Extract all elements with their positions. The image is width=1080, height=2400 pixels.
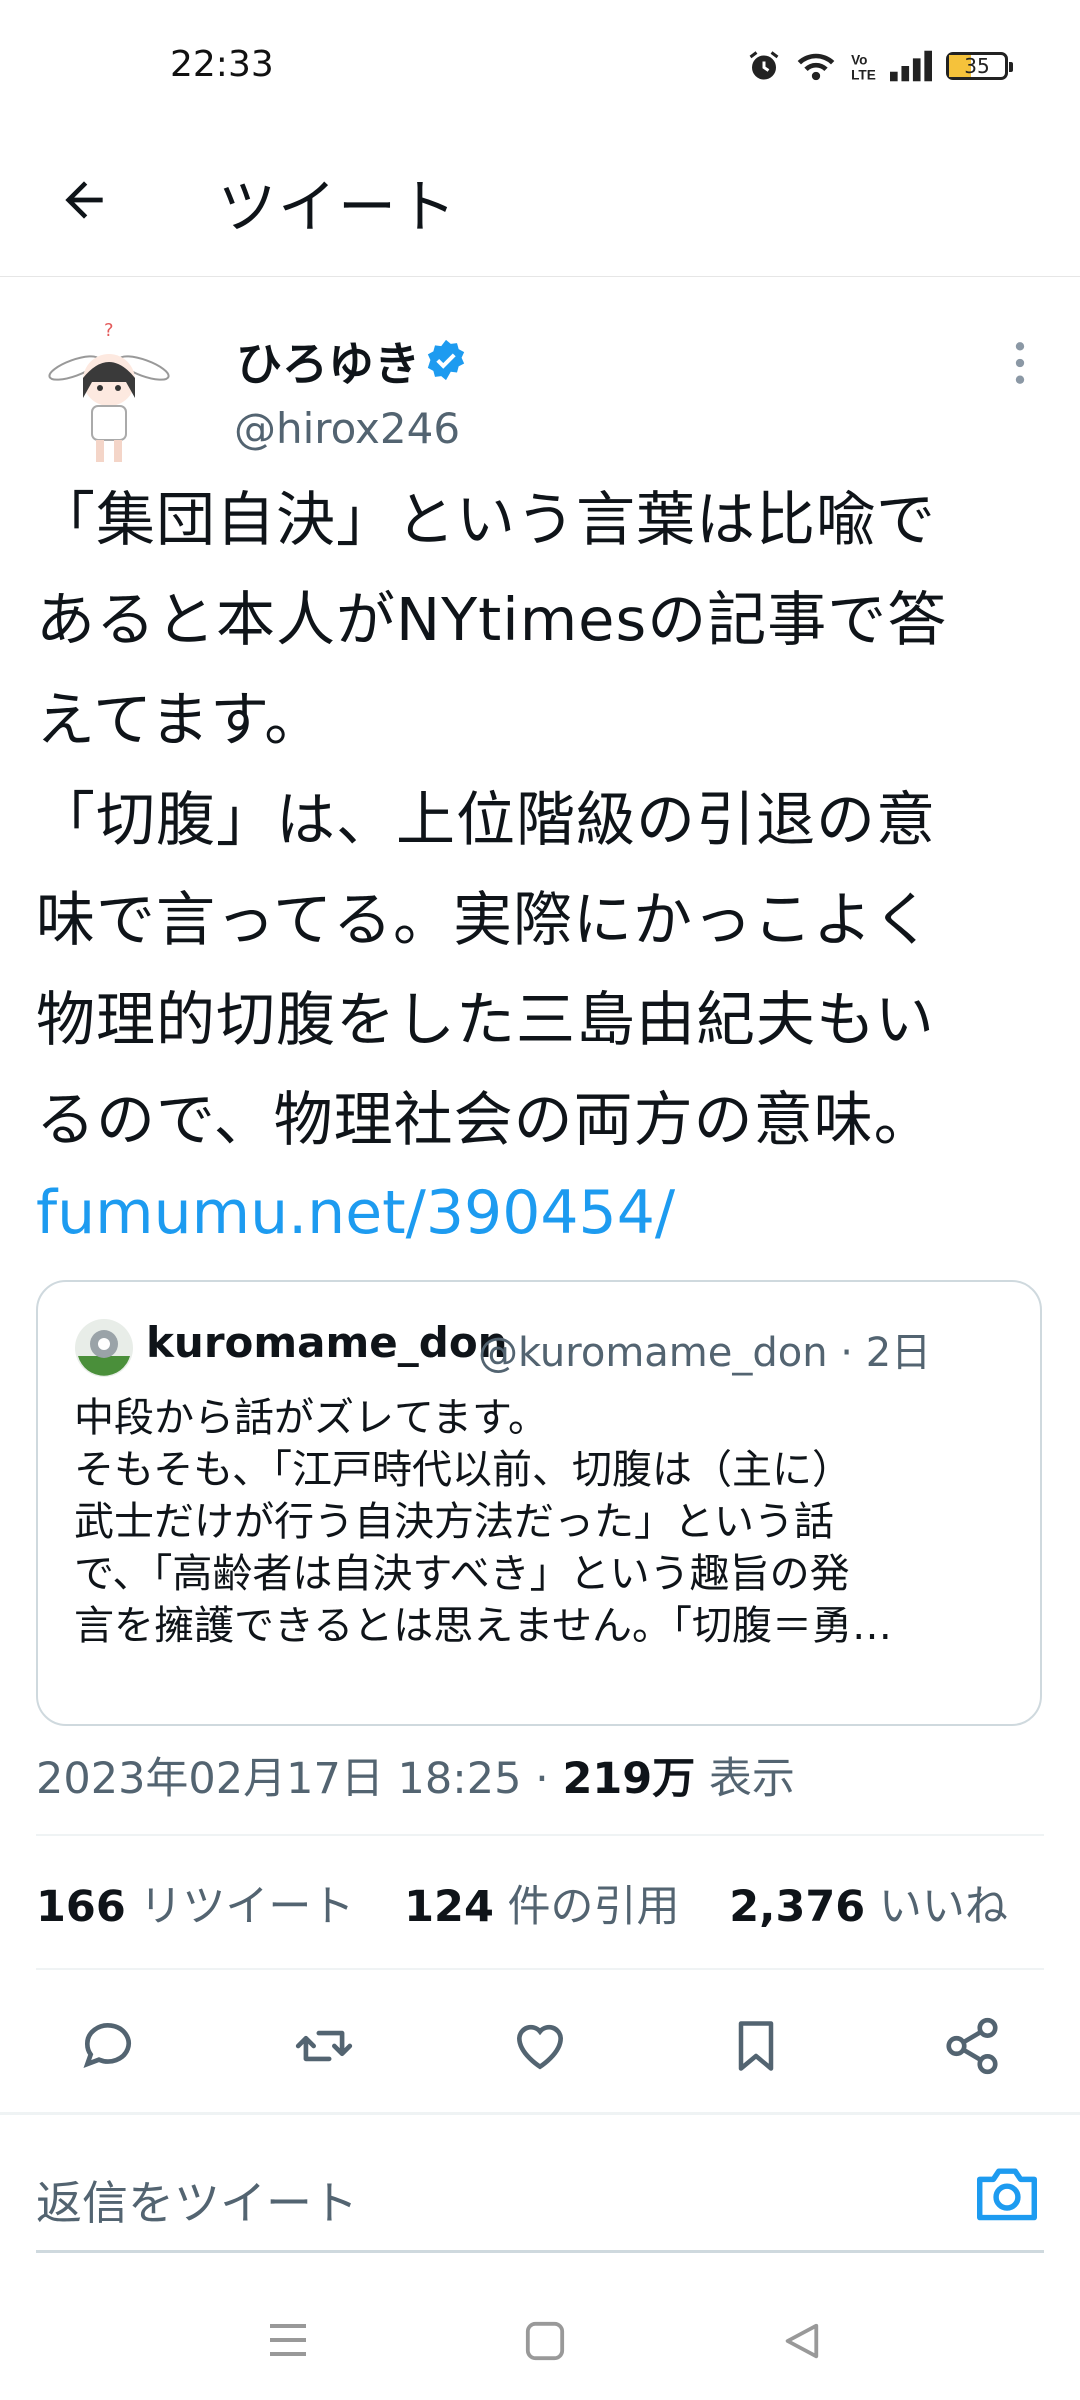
quote-author-name: kuromame_don	[146, 1318, 508, 1367]
more-vertical-icon[interactable]	[1000, 338, 1040, 388]
signal-icon	[890, 50, 932, 82]
action-bar	[0, 1980, 1080, 2110]
timestamp: 2023年02月17日 18:25 ·	[36, 1754, 563, 1804]
like-icon	[517, 2024, 563, 2070]
svg-text:?: ?	[104, 320, 114, 341]
status-time: 22:33	[170, 44, 274, 85]
retweets-stat[interactable]: 166 リツイート	[36, 1882, 354, 1932]
home-icon[interactable]	[524, 2320, 566, 2366]
bookmark-button[interactable]	[716, 2006, 796, 2086]
quotes-stat[interactable]: 124 件の引用	[404, 1882, 679, 1932]
reply-divider	[36, 2250, 1044, 2253]
volte-icon: VoLTE	[851, 52, 876, 83]
system-nav-bar	[0, 2280, 1080, 2400]
status-bar: 22:33 Vo LTE 35	[0, 0, 1080, 120]
timestamp-row: 2023年02月17日 18:25 · 219万 表示	[36, 1744, 795, 1806]
like-button[interactable]	[500, 2006, 580, 2086]
views-label: 表示	[695, 1754, 795, 1804]
views-count: 219万	[562, 1754, 696, 1804]
back-arrow-icon	[65, 181, 103, 219]
tweet-link[interactable]: fumumu.net/390454/	[36, 1178, 675, 1248]
reply-input[interactable]: 返信をツイート	[36, 2167, 358, 2233]
back-icon[interactable]	[780, 2320, 822, 2366]
retweet-icon	[295, 2030, 353, 2062]
retweet-button[interactable]	[284, 2006, 364, 2086]
svg-text:Vo: Vo	[851, 52, 867, 67]
status-icons: Vo LTE 35	[746, 48, 1013, 84]
verified-badge-icon	[424, 338, 468, 386]
quote-tweet-card[interactable]: kuromame_don @kuromame_don · 2日 中段から話がズレ…	[36, 1280, 1042, 1726]
share-button[interactable]	[932, 2006, 1012, 2086]
author-avatar[interactable]: ?	[44, 318, 174, 468]
engagement-stats: 166 リツイート 124 件の引用 2,376 いいね	[36, 1872, 1044, 1934]
page-title: ツイート	[218, 173, 459, 241]
header: ツイート	[0, 120, 1080, 277]
share-icon	[946, 2017, 998, 2075]
tweet-text: 「集団自決」という言葉は比喩で あると本人がNYtimesの記事で答 えてます。…	[36, 485, 948, 1154]
reply-bar: 返信をツイート	[0, 2112, 1080, 2255]
bookmark-icon	[738, 2021, 774, 2071]
alarm-icon	[749, 51, 779, 80]
wifi-icon	[797, 53, 835, 81]
reply-icon	[83, 2023, 131, 2069]
divider	[36, 1834, 1044, 1836]
battery-icon: 35	[946, 52, 1013, 80]
divider	[36, 1968, 1044, 1970]
author-name[interactable]: ひろゆき	[236, 328, 420, 394]
quote-avatar	[74, 1318, 134, 1378]
camera-icon[interactable]	[974, 2163, 1040, 2227]
menu-icon[interactable]	[266, 2320, 310, 2364]
author-handle[interactable]: @hirox246	[234, 404, 460, 453]
likes-stat[interactable]: 2,376 いいね	[729, 1882, 1008, 1932]
back-button[interactable]	[48, 164, 120, 236]
svg-text:LTE: LTE	[851, 68, 876, 83]
quote-text: 中段から話がズレてます。 そもそも、「江戸時代以前、切腹は（主に） 武士だけが行…	[74, 1395, 892, 1649]
quote-author-meta: @kuromame_don · 2日	[478, 1330, 932, 1376]
reply-button[interactable]	[68, 2006, 148, 2086]
avatar-illustration: ?	[48, 320, 170, 462]
